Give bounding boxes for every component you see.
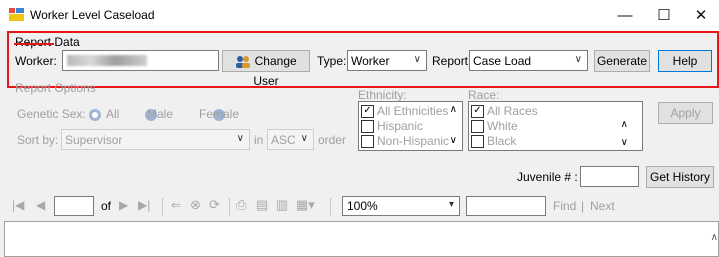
radio-sex-all[interactable] (89, 108, 101, 121)
sex-female-label: Female (199, 107, 240, 121)
report-options-group-label: Report Options (15, 81, 96, 95)
next-link[interactable]: Next (590, 199, 615, 213)
app-icon (9, 8, 24, 21)
apply-button[interactable]: Apply (658, 102, 713, 124)
users-icon (236, 55, 251, 68)
checkbox-icon[interactable] (361, 120, 374, 134)
refresh-icon[interactable]: ⟳ (209, 197, 220, 213)
ethnicity-label: Ethnicity: (358, 88, 407, 102)
chevron-down-icon[interactable]: ∨ (450, 135, 457, 146)
list-item[interactable]: Black (471, 134, 516, 149)
last-page-icon[interactable]: ▶| (138, 198, 150, 212)
order-value: ASC (271, 133, 296, 147)
print-layout-icon[interactable]: ▤ (256, 197, 268, 213)
report-viewer-toolbar: |◀ ◀ of ▶ ▶| ⇐ ⊗ ⟳ ⎙ ▤ ▥ ▦▾ 100% ▾ Find … (4, 193, 719, 221)
sort-by-label: Sort by: (17, 133, 59, 147)
list-item[interactable]: ✓ All Ethnicities (361, 104, 448, 119)
in-label: in (254, 133, 264, 147)
sort-by-value: Supervisor (65, 133, 123, 147)
race-label: Race: (468, 88, 500, 102)
zoom-select[interactable]: 100% ▾ (342, 196, 460, 216)
order-select[interactable]: ASC ∨ (267, 129, 314, 150)
list-item[interactable]: White (471, 119, 518, 134)
toolbar-divider (330, 198, 331, 216)
genetic-sex-label: Genetic Sex: (17, 107, 86, 121)
generate-button[interactable]: Generate (594, 50, 650, 72)
juvenile-input[interactable] (580, 166, 639, 187)
chevron-up-icon[interactable]: ∧ (621, 119, 628, 130)
get-history-button[interactable]: Get History (646, 166, 714, 188)
race-list[interactable]: ✓ All Races White Black ∧ ∨ (468, 101, 643, 151)
chevron-down-icon: ∨ (300, 133, 308, 144)
chevron-down-icon: ∨ (413, 54, 421, 65)
next-page-icon[interactable]: ▶ (119, 198, 128, 212)
sort-by-select[interactable]: Supervisor ∨ (61, 129, 250, 150)
type-select[interactable]: Worker ∨ (347, 50, 427, 71)
worker-label: Worker: (15, 54, 57, 68)
back-icon[interactable]: ⇐ (171, 198, 181, 212)
report-data-group-label: Report Data (15, 35, 80, 49)
chevron-down-icon: ∨ (236, 133, 244, 144)
checkbox-checked-icon[interactable]: ✓ (361, 105, 374, 119)
report-value: Case Load (473, 54, 532, 68)
chevron-down-icon: ∨ (574, 54, 582, 65)
chevron-up-icon[interactable]: ∧ (450, 104, 457, 115)
find-link[interactable]: Find (553, 199, 576, 213)
chevron-down-icon: ▾ (448, 199, 454, 210)
first-page-icon[interactable]: |◀ (12, 198, 24, 212)
sex-male-label: Male (147, 107, 174, 121)
close-button[interactable]: ✕ (681, 4, 719, 28)
maximize-button[interactable]: ☐ (644, 4, 684, 28)
checkbox-icon[interactable] (471, 135, 484, 149)
list-item[interactable]: ✓ All Races (471, 104, 538, 119)
stop-icon[interactable]: ⊗ (190, 197, 201, 213)
find-input[interactable] (466, 196, 546, 216)
list-item[interactable]: Non-Hispanic (361, 134, 449, 149)
toolbar-divider (229, 198, 230, 216)
checkbox-icon[interactable] (471, 120, 484, 134)
report-label: Report: (432, 54, 472, 68)
page-number-input[interactable] (54, 196, 94, 216)
print-icon[interactable]: ⎙ (236, 197, 246, 213)
list-item[interactable]: Hispanic (361, 119, 423, 134)
sex-all-label: All (106, 107, 120, 121)
previous-page-icon[interactable]: ◀ (36, 198, 45, 212)
checkbox-checked-icon[interactable]: ✓ (471, 105, 484, 119)
window-title: Worker Level Caseload (30, 8, 155, 22)
order-label: order (318, 133, 347, 147)
export-icon[interactable]: ▦▾ (296, 197, 315, 213)
type-value: Worker (351, 54, 390, 68)
change-user-button[interactable]: Change User (222, 50, 310, 88)
juvenile-label: Juvenile # : (517, 170, 578, 184)
report-data-underline (14, 43, 54, 45)
zoom-value: 100% (347, 199, 378, 213)
report-select[interactable]: Case Load ∨ (469, 50, 588, 71)
report-content-area[interactable]: ∧ (4, 221, 719, 257)
checkbox-icon[interactable] (361, 135, 374, 149)
find-separator: | (581, 199, 585, 213)
minimize-button[interactable]: — (605, 4, 645, 28)
title-bar: Worker Level Caseload — ☐ ✕ (0, 0, 719, 31)
type-label: Type: (317, 54, 347, 68)
chevron-down-icon[interactable]: ∨ (621, 137, 628, 148)
worker-name-redacted (67, 55, 147, 67)
page-setup-icon[interactable]: ▥ (276, 197, 288, 213)
worker-field[interactable] (62, 50, 219, 71)
toolbar-divider (162, 198, 163, 216)
of-label: of (101, 199, 112, 213)
scroll-up-icon[interactable]: ∧ (711, 232, 718, 243)
help-button[interactable]: Help (658, 50, 712, 72)
ethnicity-list[interactable]: ✓ All Ethnicities Hispanic Non-Hispanic ∧… (358, 101, 463, 151)
